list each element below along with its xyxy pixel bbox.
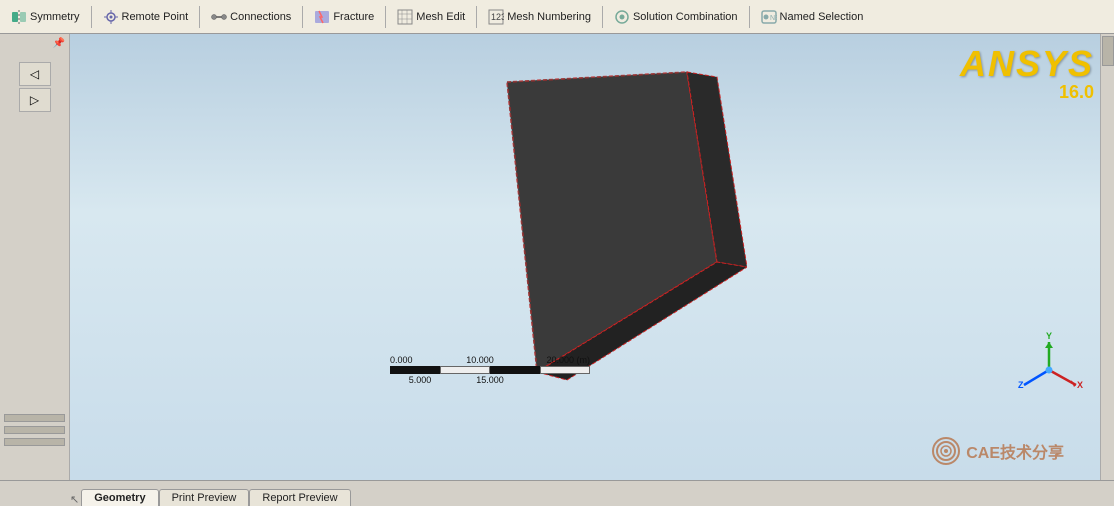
- scale-label-0: 0.000: [390, 355, 450, 365]
- toolbar-solution-combination[interactable]: Solution Combination: [607, 6, 745, 28]
- pin-icon[interactable]: 📌: [53, 38, 65, 49]
- mesh-numbering-icon: 123: [488, 9, 504, 25]
- scale-seg-4: [540, 366, 590, 374]
- left-sidebar: 📌 ◁ ▷: [0, 34, 70, 480]
- x-axis-label: X: [1077, 380, 1083, 390]
- tab-print-preview-label: Print Preview: [172, 492, 237, 504]
- main-toolbar: Symmetry Remote Point Connections Fractu…: [0, 0, 1114, 34]
- remote-point-label: Remote Point: [122, 11, 189, 23]
- tab-report-preview[interactable]: Report Preview: [249, 489, 350, 506]
- scale-label-10: 10.000: [450, 355, 510, 365]
- sidebar-tools: ◁ ▷: [0, 62, 69, 112]
- sep2: [199, 6, 200, 28]
- bottom-tabs: ↖ Geometry Print Preview Report Preview: [0, 480, 1114, 506]
- main-area: 📌 ◁ ▷ ANSYS 16.0: [0, 34, 1114, 480]
- fracture-icon: [314, 9, 330, 25]
- solution-combination-label: Solution Combination: [633, 11, 738, 23]
- scale-bar-container: 0.000 10.000 20.000 (m) 5.000 15.000: [390, 355, 590, 385]
- ansys-logo: ANSYS 16.0: [960, 46, 1094, 103]
- toolbar-fracture[interactable]: Fracture: [307, 6, 381, 28]
- svg-text:123: 123: [491, 12, 504, 22]
- scale-label-5: 5.000: [390, 375, 450, 385]
- remote-point-icon: [103, 9, 119, 25]
- scale-seg-2: [440, 366, 490, 374]
- toolbar-mesh-numbering[interactable]: 123 Mesh Numbering: [481, 6, 598, 28]
- ansys-version: 16.0: [960, 82, 1094, 103]
- back-arrow-icon: ◁: [30, 67, 39, 81]
- scale-bar-graphic: [390, 366, 590, 374]
- named-selection-icon: NS: [761, 9, 777, 25]
- y-axis-label: Y: [1046, 331, 1052, 341]
- named-selection-label: Named Selection: [780, 11, 864, 23]
- symmetry-icon: [11, 9, 27, 25]
- toolbar-symmetry[interactable]: Symmetry: [4, 6, 87, 28]
- connections-label: Connections: [230, 11, 291, 23]
- forward-arrow-icon: ▷: [30, 93, 39, 107]
- toolbar-remote-point[interactable]: Remote Point: [96, 6, 196, 28]
- sep5: [476, 6, 477, 28]
- toolbar-named-selection[interactable]: NS Named Selection: [754, 6, 871, 28]
- forward-button[interactable]: ▷: [19, 88, 51, 112]
- watermark-text: CAE技术分享: [966, 439, 1064, 463]
- 3d-model-svg: [427, 62, 747, 392]
- ansys-brand: ANSYS: [960, 46, 1094, 82]
- fracture-label: Fracture: [333, 11, 374, 23]
- tab-arrow-left: ↖: [70, 493, 79, 506]
- scrollbar-thumb[interactable]: [1102, 36, 1114, 66]
- scale-seg-1: [390, 366, 440, 374]
- back-button[interactable]: ◁: [19, 62, 51, 86]
- watermark: CAE技术分享: [932, 437, 1064, 465]
- scale-label-15: 15.000: [450, 375, 530, 385]
- scale-seg-3: [490, 366, 540, 374]
- 3d-model: [427, 62, 727, 382]
- scroll-indicators: [0, 410, 69, 450]
- sep1: [91, 6, 92, 28]
- mesh-edit-icon: [397, 9, 413, 25]
- sep6: [602, 6, 603, 28]
- scale-bottom-labels: 5.000 15.000: [390, 375, 590, 385]
- viewport[interactable]: ANSYS 16.0 0.000 10.000 20.: [70, 34, 1114, 480]
- scale-top-labels: 0.000 10.000 20.000 (m): [390, 355, 590, 365]
- z-axis-label: Z: [1018, 380, 1024, 390]
- scroll-bar-2[interactable]: [4, 426, 65, 434]
- tab-geometry[interactable]: Geometry: [81, 489, 158, 506]
- sep7: [749, 6, 750, 28]
- axis-indicator: X Y Z: [1014, 330, 1084, 400]
- tab-report-preview-label: Report Preview: [262, 492, 337, 504]
- right-scrollbar[interactable]: [1100, 34, 1114, 480]
- scale-label-20: 20.000 (m): [510, 355, 590, 365]
- solution-combination-icon: [614, 9, 630, 25]
- toolbar-mesh-edit[interactable]: Mesh Edit: [390, 6, 472, 28]
- mesh-numbering-label: Mesh Numbering: [507, 11, 591, 23]
- connections-icon: [211, 9, 227, 25]
- tab-geometry-label: Geometry: [94, 492, 145, 504]
- watermark-icon: [932, 437, 960, 465]
- sep3: [302, 6, 303, 28]
- sep4: [385, 6, 386, 28]
- svg-text:NS: NS: [770, 15, 777, 22]
- scroll-bar-3[interactable]: [4, 438, 65, 446]
- scroll-bar-1[interactable]: [4, 414, 65, 422]
- toolbar-connections[interactable]: Connections: [204, 6, 298, 28]
- tab-print-preview[interactable]: Print Preview: [159, 489, 250, 506]
- symmetry-label: Symmetry: [30, 11, 80, 23]
- mesh-edit-label: Mesh Edit: [416, 11, 465, 23]
